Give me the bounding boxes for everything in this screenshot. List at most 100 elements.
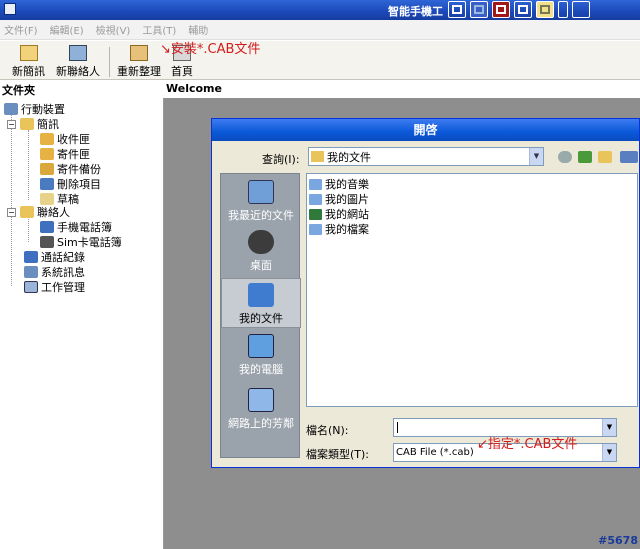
place-label: 我的文件 bbox=[239, 312, 283, 325]
tree-item-sms[interactable]: 簡訊 bbox=[20, 116, 59, 132]
chevron-down-icon[interactable]: ▼ bbox=[602, 419, 616, 436]
tree-label: 寄件備份 bbox=[57, 163, 101, 176]
home-label: 首頁 bbox=[171, 65, 193, 78]
collapse-contacts-icon[interactable]: − bbox=[7, 208, 16, 217]
tree-item-deleted[interactable]: 刪除項目 bbox=[40, 176, 101, 192]
tree-item-contacts[interactable]: 聯絡人 bbox=[20, 204, 70, 220]
task-manager-icon bbox=[24, 281, 38, 293]
sms-folder-icon bbox=[20, 118, 34, 130]
new-sms-icon bbox=[19, 45, 38, 61]
menu-view[interactable]: 檢視(V) bbox=[96, 22, 131, 37]
look-in-label: 查詢(I): bbox=[262, 153, 300, 166]
list-item[interactable]: 我的檔案 bbox=[309, 221, 369, 237]
text-caret bbox=[397, 422, 398, 433]
tree-label: 寄件匣 bbox=[57, 148, 90, 161]
system-info-icon bbox=[24, 266, 38, 278]
list-item[interactable]: 我的音樂 bbox=[309, 176, 369, 192]
collapse-sms-icon[interactable]: − bbox=[7, 120, 16, 129]
web-folder-icon bbox=[309, 208, 322, 220]
tree-label: 行動裝置 bbox=[21, 103, 65, 116]
window-icon-3[interactable] bbox=[492, 1, 510, 18]
new-folder-icon[interactable] bbox=[598, 151, 612, 163]
look-in-dropdown[interactable]: 我的文件 ▼ bbox=[308, 147, 544, 166]
tree-line bbox=[28, 130, 29, 200]
printer-icon[interactable] bbox=[572, 1, 590, 18]
sent-icon bbox=[40, 163, 54, 175]
back-icon[interactable] bbox=[558, 151, 572, 163]
tree-label: 手機電話簿 bbox=[57, 221, 112, 234]
menu-edit[interactable]: 編輯(E) bbox=[50, 22, 84, 37]
tree-item-task-manager[interactable]: 工作管理 bbox=[24, 279, 85, 295]
view-menu-icon[interactable] bbox=[620, 151, 638, 163]
filetype-label: 檔案類型(T): bbox=[306, 448, 370, 461]
notepad-icon[interactable] bbox=[536, 1, 554, 18]
chevron-down-icon[interactable]: ▼ bbox=[529, 148, 543, 165]
welcome-header: Welcome bbox=[166, 82, 222, 95]
tree-item-system-info[interactable]: 系統訊息 bbox=[24, 264, 85, 280]
list-item[interactable]: 我的圖片 bbox=[309, 191, 369, 207]
place-my-documents[interactable]: 我的文件 bbox=[221, 278, 301, 328]
tree-item-inbox[interactable]: 收件匣 bbox=[40, 131, 90, 147]
tree-item-outbox[interactable]: 寄件匣 bbox=[40, 146, 90, 162]
annotation-specify-cab: ↙指定*.CAB文件 bbox=[477, 437, 578, 452]
refresh-button[interactable]: 重新整理 bbox=[117, 45, 161, 79]
tree-item-sent[interactable]: 寄件備份 bbox=[40, 161, 101, 177]
call-log-icon bbox=[24, 251, 38, 263]
open-dialog: 開啓 查詢(I): 我的文件 ▼ 我最近的文件 桌面 我的文件 我的電腦 網路上… bbox=[211, 118, 640, 468]
pictures-folder-icon bbox=[309, 193, 322, 205]
files-folder-icon bbox=[309, 223, 322, 235]
filename-label: 檔名(N): bbox=[306, 424, 349, 437]
phone-icon[interactable] bbox=[558, 1, 568, 18]
window-icon-4[interactable] bbox=[514, 1, 532, 18]
tree-line bbox=[11, 114, 12, 286]
outbox-icon bbox=[40, 148, 54, 160]
folder-pane-header: 文件夾 bbox=[2, 84, 35, 97]
place-desktop[interactable]: 桌面 bbox=[221, 230, 301, 273]
list-item[interactable]: 我的網站 bbox=[309, 206, 369, 222]
menu-tools[interactable]: 工具(T) bbox=[142, 22, 176, 37]
new-contact-label: 新聯絡人 bbox=[56, 65, 100, 78]
file-list[interactable]: 我的音樂 我的圖片 我的網站 我的檔案 bbox=[306, 173, 638, 407]
title-bar-buttons bbox=[448, 1, 590, 18]
tree-item-phonebook[interactable]: 手機電話簿 bbox=[40, 219, 112, 235]
tree-root-device[interactable]: 行動裝置 bbox=[4, 101, 65, 117]
window-title: 智能手機工 bbox=[388, 5, 443, 18]
dialog-title: 開啓 bbox=[212, 119, 639, 141]
chevron-down-icon[interactable]: ▼ bbox=[602, 444, 616, 461]
new-sms-label: 新簡訊 bbox=[12, 65, 45, 78]
tree-label: 工作管理 bbox=[41, 281, 85, 294]
tree-item-call-log[interactable]: 通話紀錄 bbox=[24, 249, 85, 265]
file-name: 我的圖片 bbox=[325, 193, 369, 206]
menu-file[interactable]: 文件(F) bbox=[4, 22, 38, 37]
place-recent[interactable]: 我最近的文件 bbox=[221, 180, 301, 223]
tree-label: 刪除項目 bbox=[57, 178, 101, 191]
filetype-value: CAB File (*.cab) bbox=[396, 447, 474, 458]
tree-label: Sim卡電話簿 bbox=[57, 236, 122, 249]
place-network[interactable]: 網路上的芳鄰 bbox=[221, 388, 301, 431]
tree-item-sim-phonebook[interactable]: Sim卡電話簿 bbox=[40, 234, 122, 250]
folder-tree: 行動裝置 − 簡訊 收件匣 寄件匣 寄件備份 刪除項目 草稿 − 聯絡人 手機電… bbox=[0, 98, 164, 549]
window-icon-1[interactable] bbox=[448, 1, 466, 18]
place-my-computer[interactable]: 我的電腦 bbox=[221, 334, 301, 377]
music-folder-icon bbox=[309, 178, 322, 190]
file-name: 我的音樂 bbox=[325, 178, 369, 191]
menu-help[interactable]: 輔助 bbox=[188, 22, 208, 37]
sim-card-icon bbox=[40, 236, 54, 248]
refresh-label: 重新整理 bbox=[117, 65, 161, 78]
recent-documents-icon bbox=[248, 180, 274, 204]
title-bar: 智能手機工 bbox=[0, 0, 640, 20]
new-contact-button[interactable]: 新聯絡人 bbox=[56, 45, 100, 79]
app-icon bbox=[4, 3, 16, 15]
phone-contacts-icon bbox=[40, 221, 54, 233]
place-label: 我最近的文件 bbox=[228, 209, 294, 222]
tree-label: 聯絡人 bbox=[37, 206, 70, 219]
place-label: 桌面 bbox=[250, 259, 272, 272]
toolbar: 新簡訊 新聯絡人 重新整理 首頁 bbox=[0, 41, 640, 80]
new-sms-button[interactable]: 新簡訊 bbox=[12, 45, 45, 79]
look-in-value: 我的文件 bbox=[327, 150, 371, 164]
menu-bar: 文件(F) 編輯(E) 檢視(V) 工具(T) 輔助 bbox=[0, 20, 640, 40]
up-folder-icon[interactable] bbox=[578, 151, 592, 163]
window-icon-2[interactable] bbox=[470, 1, 488, 18]
my-computer-icon bbox=[248, 334, 274, 358]
place-label: 網路上的芳鄰 bbox=[228, 417, 294, 430]
